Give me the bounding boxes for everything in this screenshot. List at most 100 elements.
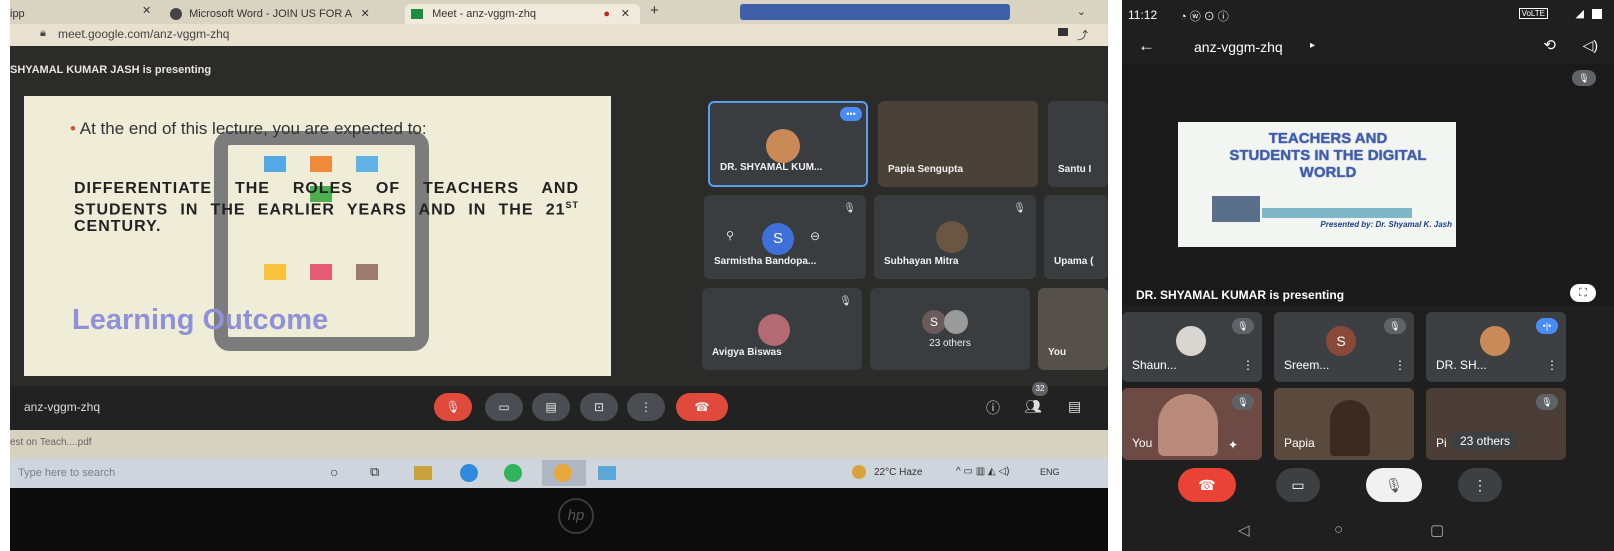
pin-icon[interactable]: ⚲ [726, 229, 734, 242]
self-tile[interactable]: You [1038, 288, 1108, 370]
tab-microsoft-word[interactable]: Microsoft Word - JOIN US FOR A ✕ [170, 4, 388, 24]
back-nav-icon[interactable]: ◁ [1238, 521, 1250, 539]
screen-share-toolbar [740, 4, 1010, 20]
close-icon[interactable]: ✕ [361, 8, 370, 20]
more-options-button[interactable]: ⋮ [627, 393, 665, 421]
camera-button[interactable]: ▭ [1276, 468, 1320, 502]
avatar: S [922, 310, 946, 334]
end-call-button[interactable]: ☎ [676, 393, 728, 421]
participant-tile[interactable]: 🎙︎ Subhayan Mitra [874, 195, 1036, 279]
self-tile[interactable]: 🎙︎ You ✦ [1122, 388, 1262, 460]
participant-tile[interactable]: 🎙︎ Shaun... ⋮ [1122, 312, 1262, 382]
weather-text[interactable]: 22°C Haze [874, 467, 922, 478]
chevron-right-icon[interactable]: ▸ [1310, 40, 1315, 51]
edge-icon[interactable] [460, 464, 478, 482]
chrome-taskbar-item[interactable] [542, 460, 586, 486]
browser-favicon-icon [170, 8, 182, 21]
participant-tile[interactable]: Papia Sengupta [878, 101, 1038, 187]
switch-camera-icon[interactable]: ⟲ [1543, 36, 1556, 54]
others-tile[interactable]: 🎙︎ Pi 23 others [1426, 388, 1566, 460]
participant-video [1330, 400, 1370, 456]
tab-title: Microsoft Word - JOIN US FOR A [189, 8, 352, 20]
app-icon[interactable] [598, 466, 616, 480]
tab-meet[interactable]: Meet - anz-vggm-zhq ● ✕ [405, 4, 640, 24]
participant-tile[interactable]: Upama ( [1044, 195, 1108, 279]
share-icon[interactable]: ⤴ [1077, 27, 1088, 43]
participant-tile[interactable]: Papia [1274, 388, 1414, 460]
mic-off-button[interactable]: 🎙︎ [434, 393, 472, 421]
captions-button[interactable]: ▤ [532, 393, 570, 421]
others-count[interactable]: 23 others [1452, 432, 1519, 450]
close-icon[interactable]: ✕ [621, 4, 630, 24]
people-icon[interactable]: 👥︎ [1024, 398, 1042, 415]
participant-name: Santu I [1058, 164, 1092, 175]
effects-icon[interactable]: ✦ [1228, 438, 1238, 452]
participant-name-partial: Pi [1436, 436, 1447, 450]
slide-bullet-text: At the end of this lecture, you are expe… [79, 119, 427, 138]
mic-off-icon: 🎙︎ [1013, 203, 1026, 214]
avatar [936, 221, 968, 253]
recents-nav-icon[interactable]: ▢ [1430, 521, 1444, 539]
meeting-code: anz-vggm-zhq [24, 400, 101, 414]
participant-name: Sreem... [1284, 358, 1330, 372]
participant-tile[interactable]: 🎙︎ ⚲ S ⊖ Sarmistha Bandopa... [704, 195, 866, 279]
download-file[interactable]: est on Teach....pdf [10, 437, 92, 448]
slide-superscript: ST [565, 200, 579, 210]
participant-tile[interactable]: Santu I [1048, 101, 1108, 187]
slide-bullet: • At the end of this lecture, you are ex… [70, 120, 580, 138]
back-arrow-icon[interactable]: ← [1138, 36, 1155, 56]
more-options-icon[interactable]: ••• [840, 107, 862, 121]
slide-title: TEACHERS AND STUDENTS IN THE DIGITAL WOR… [1229, 130, 1427, 181]
participant-tile[interactable]: •|• DR. SH... ⋮ [1426, 312, 1566, 382]
slide-body: DIFFERENTIATE THE ROLES OF TEACHERS AND … [74, 180, 579, 235]
speaker-icon[interactable]: ◁) [1583, 37, 1598, 54]
language-indicator[interactable]: ENG [1040, 467, 1060, 477]
slide-title: Learning Outcome [72, 304, 329, 336]
chat-icon[interactable]: ▤ [1068, 398, 1081, 415]
chevron-down-icon[interactable]: ⌄ [1077, 5, 1086, 18]
mic-off-icon: 🎙︎ [1232, 318, 1254, 334]
camera-icon[interactable] [1058, 28, 1068, 36]
url-field[interactable]: meet.google.com/anz-vggm-zhq [58, 27, 229, 41]
task-view-icon[interactable]: ⧉ [370, 464, 379, 480]
self-video [1158, 394, 1218, 456]
others-count: 23 others [929, 338, 971, 349]
meeting-code[interactable]: anz-vggm-zhq [1194, 39, 1283, 55]
participant-tile[interactable]: 🎙︎ S Sreem... ⋮ [1274, 312, 1414, 382]
fullscreen-icon[interactable]: ⛶ [1570, 284, 1596, 302]
avatar: S [1326, 326, 1356, 356]
participant-tile[interactable]: 🎙︎ Avigya Biswas [702, 288, 862, 370]
file-explorer-icon[interactable] [414, 466, 432, 480]
more-options-button[interactable]: ⋮ [1458, 468, 1502, 502]
mic-off-icon: 🎙︎ [839, 296, 852, 307]
presentation-slide: • At the end of this lecture, you are ex… [24, 96, 611, 376]
others-tile[interactable]: S 23 others [870, 288, 1030, 370]
more-options-icon[interactable]: ⋮ [1242, 358, 1254, 372]
tab-ipp[interactable]: ipp [10, 4, 140, 24]
more-options-icon[interactable]: ⋮ [1394, 358, 1406, 372]
taskbar-search[interactable]: Type here to search [18, 467, 115, 479]
participant-tile[interactable]: ••• DR. SHYAMAL KUM... [708, 101, 868, 187]
phone-control-bar: ☎ ▭ 🎙︎ ⋮ [1122, 462, 1614, 522]
participant-name: DR. SH... [1436, 358, 1487, 372]
participant-name: You [1048, 347, 1067, 358]
mic-off-button[interactable]: 🎙︎ [1366, 468, 1422, 502]
system-tray-icons[interactable]: ^ ▭ ▥ ◭ ◁) [956, 466, 1009, 477]
new-tab-icon[interactable]: + [650, 2, 659, 19]
minus-circle-icon[interactable]: ⊖ [810, 229, 820, 243]
cortana-icon[interactable]: ○ [330, 464, 338, 480]
present-button[interactable]: ⊡ [580, 393, 618, 421]
camera-button[interactable]: ▭ [485, 393, 523, 421]
mic-off-icon: 🎙︎ [1572, 70, 1596, 86]
close-icon[interactable]: ✕ [142, 4, 151, 17]
spotify-icon[interactable] [504, 464, 522, 482]
participant-name: Avigya Biswas [712, 347, 782, 358]
phone-meet-header: ← anz-vggm-zhq ▸ ⟲ ◁) [1122, 30, 1614, 64]
more-options-icon[interactable]: ⋮ [1546, 358, 1558, 372]
end-call-button[interactable]: ☎ [1178, 468, 1236, 502]
info-icon[interactable]: ⓘ [986, 398, 1000, 418]
participant-name: Papia Sengupta [888, 164, 964, 175]
phone-presentation-area: 🎙︎ TEACHERS AND STUDENTS IN THE DIGITAL … [1122, 64, 1614, 306]
participant-name: DR. SHYAMAL KUM... [720, 162, 823, 173]
home-nav-icon[interactable]: ○ [1334, 521, 1343, 538]
